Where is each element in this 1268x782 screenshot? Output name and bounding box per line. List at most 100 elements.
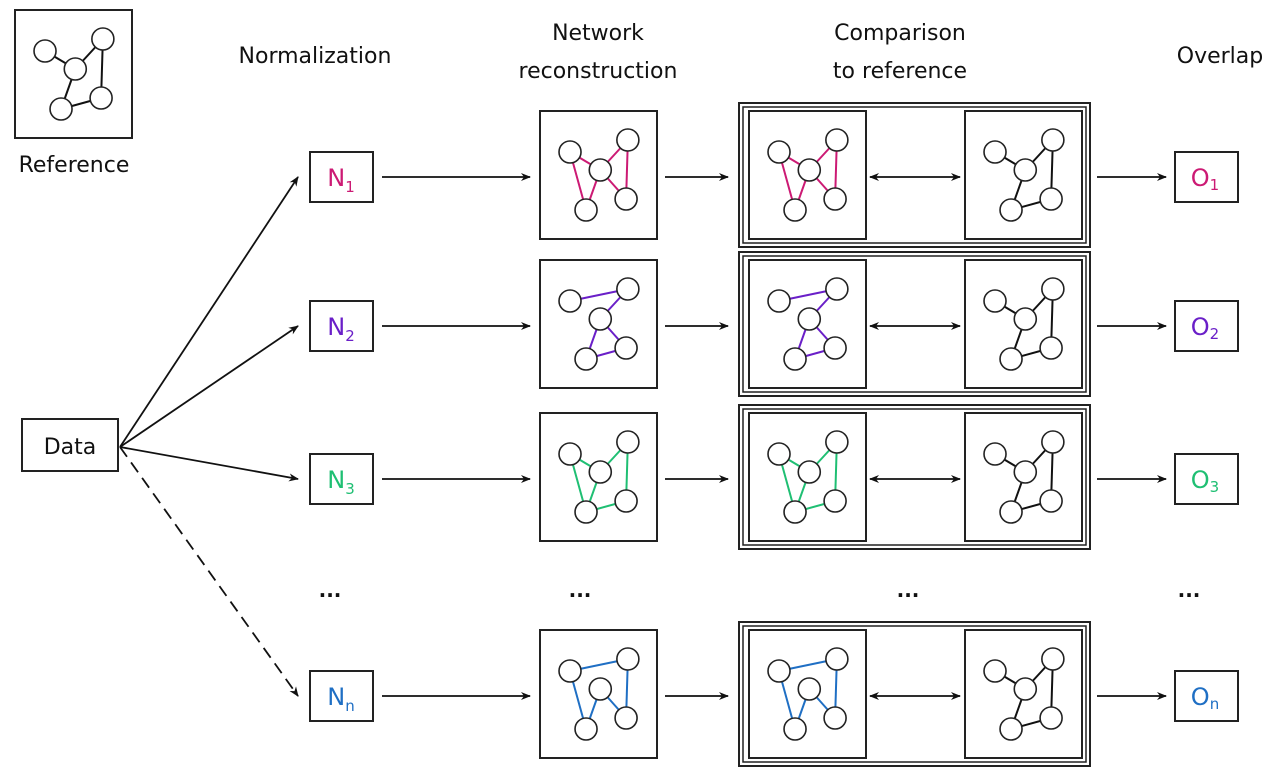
network-node [558,289,582,313]
comparison-box-2 [738,251,1091,397]
ellipsis-comparison: ... [897,578,920,602]
comparison-reference-node [1039,489,1063,513]
reconstructed-network-1 [539,110,658,240]
overlap-letter: O [1191,313,1210,341]
comparison-reference-node [983,659,1007,683]
comparison-reference-node [983,140,1007,164]
network-node [588,460,613,484]
overlap-box-n: On [1174,670,1239,722]
network-node [614,187,638,211]
network-node [616,647,640,671]
comparison-reference-node [1039,187,1063,211]
overlap-subscript: 1 [1210,176,1220,194]
network-node [574,500,598,524]
network-node [588,307,613,331]
normalization-subscript: 1 [345,178,355,196]
comparison-reconstructed-node [825,647,849,671]
comparison-reconstructed-node [825,430,849,454]
network-node [574,347,598,371]
normalization-box-n: Nn [309,670,374,722]
comparison-reference-node [1013,677,1038,701]
comparison-reference [964,259,1083,389]
comparison-reconstructed-node [797,307,822,331]
overlap-subscript: n [1210,695,1220,713]
comparison-reconstructed-node [797,460,822,484]
comparison-reference-node [1039,336,1063,360]
comparison-reference [964,412,1083,542]
comparison-reconstructed-node [783,717,807,741]
reference-label: Reference [19,153,130,178]
normalization-subscript: 3 [345,480,355,498]
reference-node [49,97,73,121]
header-network-line1: Network [552,21,644,46]
network-node [588,158,613,182]
overlap-subscript: 2 [1210,325,1220,343]
overlap-box-3: O3 [1174,453,1239,505]
comparison-reference-node [999,198,1023,222]
comparison-reconstructed-node [783,500,807,524]
network-node [614,489,638,513]
comparison-reference-node [983,442,1007,466]
comparison-reference-node [999,500,1023,524]
comparison-reconstructed [748,629,867,759]
network-node [558,659,582,683]
comparison-reference-node [1041,430,1065,454]
comparison-reconstructed [748,110,867,240]
network-node [616,128,640,152]
normalization-subscript: 2 [345,327,355,345]
reconstructed-network-3 [539,412,658,542]
overlap-subscript: 3 [1210,478,1220,496]
network-node [588,677,613,701]
normalization-box-2: N2 [309,300,374,352]
comparison-reconstructed-node [783,347,807,371]
comparison-reconstructed-node [767,659,791,683]
comparison-reconstructed [748,259,867,389]
comparison-box-n [738,621,1091,767]
comparison-reference-node [1039,706,1063,730]
comparison-reconstructed-node [767,289,791,313]
comparison-reference-node [1041,647,1065,671]
rows-layer: N1 O1N2 O2N3 O3Nn On [119,102,1239,767]
data-label: Data [44,435,97,460]
comparison-reference-node [1041,128,1065,152]
network-node [614,706,638,730]
header-overlap: Overlap [1177,44,1263,69]
comparison-reconstructed-node [823,187,847,211]
network-node [558,140,582,164]
normalization-box-1: N1 [309,151,374,203]
reference-node [63,57,88,81]
reference-network [14,9,133,139]
comparison-reconstructed-node [767,442,791,466]
pipeline-diagram: Normalization Network reconstruction Com… [14,9,1263,767]
network-node [616,430,640,454]
comparison-reference-node [1013,460,1038,484]
overlap-box-1: O1 [1174,151,1239,203]
comparison-reference [964,110,1083,240]
normalization-letter: N [327,164,345,192]
header-comparison-line2: to reference [833,59,967,84]
network-node [558,442,582,466]
header-network-line2: reconstruction [519,59,678,84]
overlap-letter: O [1191,164,1210,192]
normalization-subscript: n [345,697,355,715]
comparison-reconstructed-node [823,706,847,730]
header-normalization: Normalization [239,44,392,69]
network-node [614,336,638,360]
normalization-box-3: N3 [309,453,374,505]
overlap-letter: O [1191,683,1210,711]
comparison-reconstructed-node [783,198,807,222]
comparison-reference-node [999,347,1023,371]
comparison-box-3 [738,404,1091,550]
comparison-reconstructed-node [825,277,849,301]
reconstructed-network-n [539,629,658,759]
comparison-reconstructed-node [823,489,847,513]
reference-node [89,86,113,110]
comparison-reconstructed-node [797,677,822,701]
overlap-box-2: O2 [1174,300,1239,352]
header-comparison-line1: Comparison [834,21,966,46]
arrow-data-to-n2 [119,325,299,448]
comparison-reference-node [1013,307,1038,331]
normalization-letter: N [327,683,345,711]
ellipsis-normalization: ... [319,578,342,602]
reconstructed-network-2 [539,259,658,389]
